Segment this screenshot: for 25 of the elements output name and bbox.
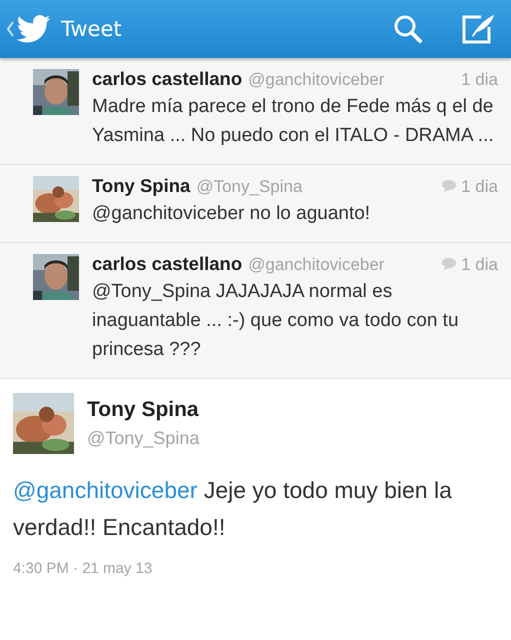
mention-link[interactable]: @ganchitoviceber bbox=[13, 477, 198, 503]
timestamp: 1 dia bbox=[461, 70, 498, 90]
tweet-text: @ganchitoviceber no lo aguanto! bbox=[92, 202, 372, 226]
user-handle: @Tony_Spina bbox=[87, 428, 200, 449]
user-handle: @ganchitoviceber bbox=[248, 70, 384, 90]
screen-title: Tweet bbox=[61, 17, 122, 41]
tweet-text: @Tony_Spina JAJAJAJA normal es inaguantable ... :-) que como va todo con tu princesa ??? bbox=[92, 280, 460, 362]
chevron-icon bbox=[6, 21, 14, 37]
tweet-text: @ganchitoviceber Jeje yo todo muy bien la verdad!! Encantado!! bbox=[13, 476, 453, 542]
bird-icon bbox=[17, 15, 51, 43]
timestamp: 4:30 PM · 21 may 13 bbox=[13, 560, 154, 577]
user-handle: @Tony_Spina bbox=[196, 177, 302, 197]
compose-icon[interactable] bbox=[461, 13, 495, 45]
reply-card[interactable]: carlos castellano @ganchitoviceber 1 dia Madre mía parece el trono de Fede más q el de Yasmina ... No puedo con el ITALO - DRAMA ... bbox=[0, 58, 511, 165]
user-name: Tony Spina bbox=[87, 398, 200, 422]
tweet-text: Madre mía parece el trono de Fede más q el de Yasmina ... No puedo con el ITALO - DRAMA ... bbox=[92, 95, 495, 148]
user-name: carlos castellano bbox=[92, 253, 242, 275]
timestamp: 1 dia bbox=[461, 255, 498, 275]
user-handle: @ganchitoviceber bbox=[248, 255, 384, 275]
reply-card[interactable]: carlos castellano @ganchitoviceber 1 dia @Tony_Spina JAJAJAJA normal es inaguantable ... :-) que como va todo con tu princesa ??? bbox=[0, 243, 511, 379]
reply-card[interactable]: Tony Spina @Tony_Spina 1 dia @ganchitoviceber no lo aguanto! bbox=[0, 165, 511, 243]
search-icon[interactable] bbox=[393, 14, 423, 44]
timestamp: 1 dia bbox=[461, 177, 498, 197]
user-name: carlos castellano bbox=[92, 68, 242, 90]
user-name: Tony Spina bbox=[92, 175, 190, 197]
